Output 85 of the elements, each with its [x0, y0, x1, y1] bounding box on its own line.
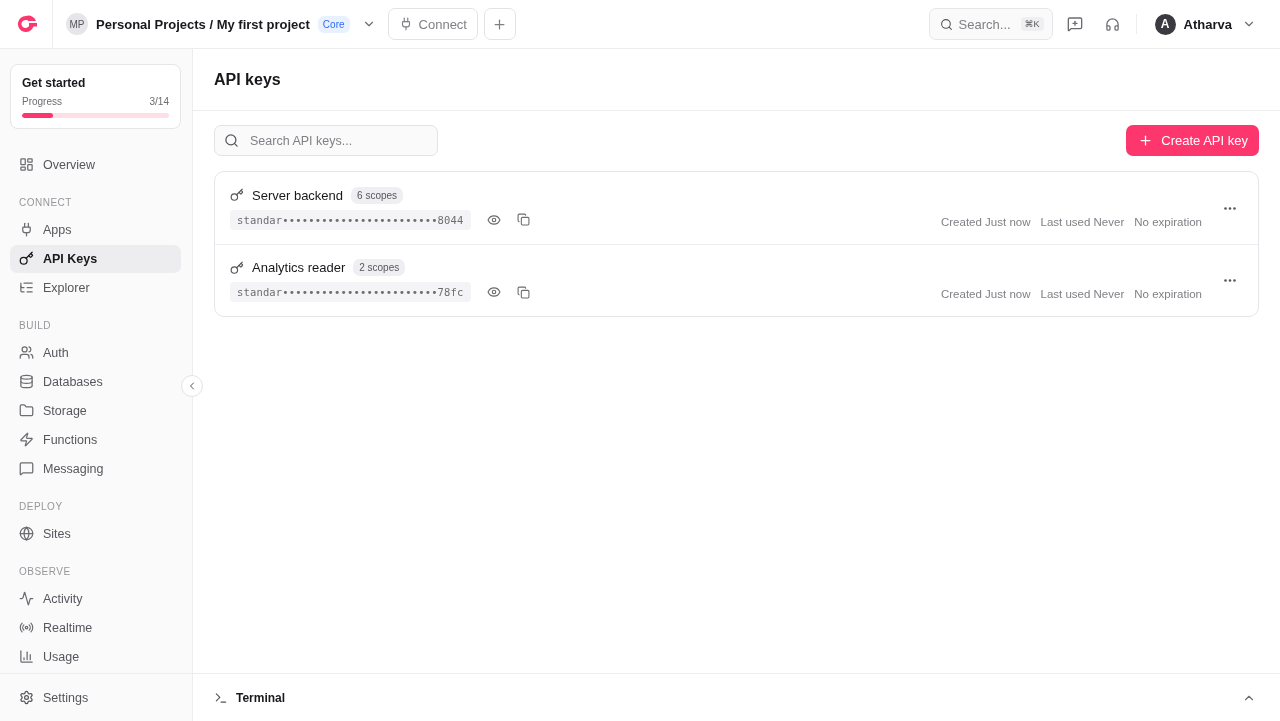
database-icon	[19, 374, 34, 389]
expiration-text: No expiration	[1134, 288, 1202, 300]
section-heading: OBSERVE	[18, 565, 72, 579]
more-options-button[interactable]	[1224, 279, 1236, 282]
sidebar-nav-item[interactable]: Realtime	[10, 613, 181, 642]
create-api-key-button[interactable]: Create API key	[1126, 125, 1259, 156]
sidebar-nav-item[interactable]: Sites	[10, 519, 181, 548]
plus-icon	[492, 16, 508, 32]
gear-icon	[19, 690, 34, 705]
more-options-button[interactable]	[1224, 206, 1236, 210]
scopes-badge: 2 scopes	[353, 259, 406, 276]
masked-secret: standar••••••••••••••••••••••••78fc	[230, 282, 471, 302]
headphones-icon	[1104, 16, 1120, 32]
folder-icon	[19, 403, 34, 418]
sidebar-nav-item[interactable]: Functions	[10, 425, 181, 454]
copy-button[interactable]	[516, 285, 530, 299]
last-used-text: Last used Never	[1040, 288, 1125, 300]
card-title: Get started	[22, 76, 87, 90]
terminal-icon	[214, 690, 228, 705]
created-text: Created Just now	[941, 216, 1031, 228]
masked-secret: standar••••••••••••••••••••••••8044	[230, 209, 471, 230]
last-used-text: Last used Never	[1040, 216, 1125, 228]
copy-icon	[516, 213, 530, 226]
terminal-title: Terminal	[236, 690, 287, 705]
plug-icon	[19, 222, 34, 237]
support-button[interactable]	[1104, 16, 1120, 32]
list-tree-icon	[19, 280, 34, 295]
sidebar-nav-item[interactable]: Messaging	[10, 454, 181, 483]
sidebar-nav-item[interactable]: API Keys	[10, 244, 181, 273]
user-name: Atharva	[1183, 16, 1232, 32]
users-icon	[19, 345, 34, 360]
broadcast-icon	[19, 620, 34, 635]
logo-icon	[15, 15, 37, 33]
expiration-text: No expiration	[1134, 216, 1202, 228]
activity-icon	[19, 591, 34, 606]
shortcut-key: ⌘K	[1020, 17, 1044, 31]
sidebar-nav-item[interactable]: Databases	[10, 367, 181, 396]
sidebar-nav-item[interactable]: Usage	[10, 642, 181, 671]
bar-chart-icon	[19, 649, 34, 664]
plus-icon	[1138, 133, 1154, 148]
globe-icon	[19, 526, 34, 541]
connect-button[interactable]: Connect	[387, 8, 478, 40]
copy-button[interactable]	[516, 213, 530, 226]
sidebar-nav-item[interactable]: Storage	[10, 396, 181, 425]
project-path: Personal Projects / My first project	[96, 16, 310, 32]
lightning-icon	[19, 432, 34, 447]
search-icon	[939, 17, 953, 31]
feedback-button[interactable]	[1066, 16, 1083, 32]
search-placeholder: Search...	[958, 16, 1012, 32]
show-secret-button[interactable]	[486, 212, 501, 227]
sidebar-nav-item[interactable]: Apps	[10, 215, 181, 244]
sidebar-nav-item[interactable]: Activity	[10, 584, 181, 613]
message-plus-icon	[1066, 16, 1083, 32]
search-field[interactable]: Search... ⌘K	[928, 8, 1053, 40]
settings-nav-item[interactable]: Settings	[10, 683, 182, 712]
plan-badge: Core	[317, 15, 350, 33]
eye-icon	[486, 285, 501, 299]
search-api-keys-field[interactable]: Search API keys...	[214, 125, 438, 156]
section-heading: CONNECT	[18, 196, 73, 210]
dashboard-icon	[19, 157, 34, 172]
more-icon	[1224, 279, 1236, 282]
show-secret-button[interactable]	[486, 285, 501, 299]
search-icon	[224, 133, 239, 148]
key-icon	[19, 251, 34, 266]
created-text: Created Just now	[941, 288, 1031, 300]
progress-label: Progress	[22, 96, 62, 107]
key-icon	[230, 188, 244, 202]
key-name: Server backend	[252, 187, 344, 203]
user-menu-button[interactable]: A Atharva	[1154, 13, 1256, 35]
copy-icon	[516, 285, 530, 299]
key-name: Analytics reader	[252, 260, 346, 275]
page-title: API keys	[214, 70, 281, 89]
sidebar-nav-item[interactable]: Auth	[10, 338, 181, 367]
key-icon	[230, 260, 244, 275]
message-icon	[19, 461, 34, 476]
scopes-badge: 6 scopes	[351, 186, 404, 204]
eye-icon	[486, 212, 501, 227]
progress-count: 3/14	[149, 96, 169, 107]
more-icon	[1224, 206, 1236, 210]
sidebar-nav-item[interactable]: Explorer	[10, 273, 181, 302]
section-heading: BUILD	[18, 319, 52, 333]
project-avatar: MP	[66, 13, 88, 35]
section-heading: DEPLOY	[18, 500, 64, 514]
sidebar-nav-item[interactable]: Overview	[10, 150, 181, 179]
user-avatar: A	[1154, 13, 1176, 35]
